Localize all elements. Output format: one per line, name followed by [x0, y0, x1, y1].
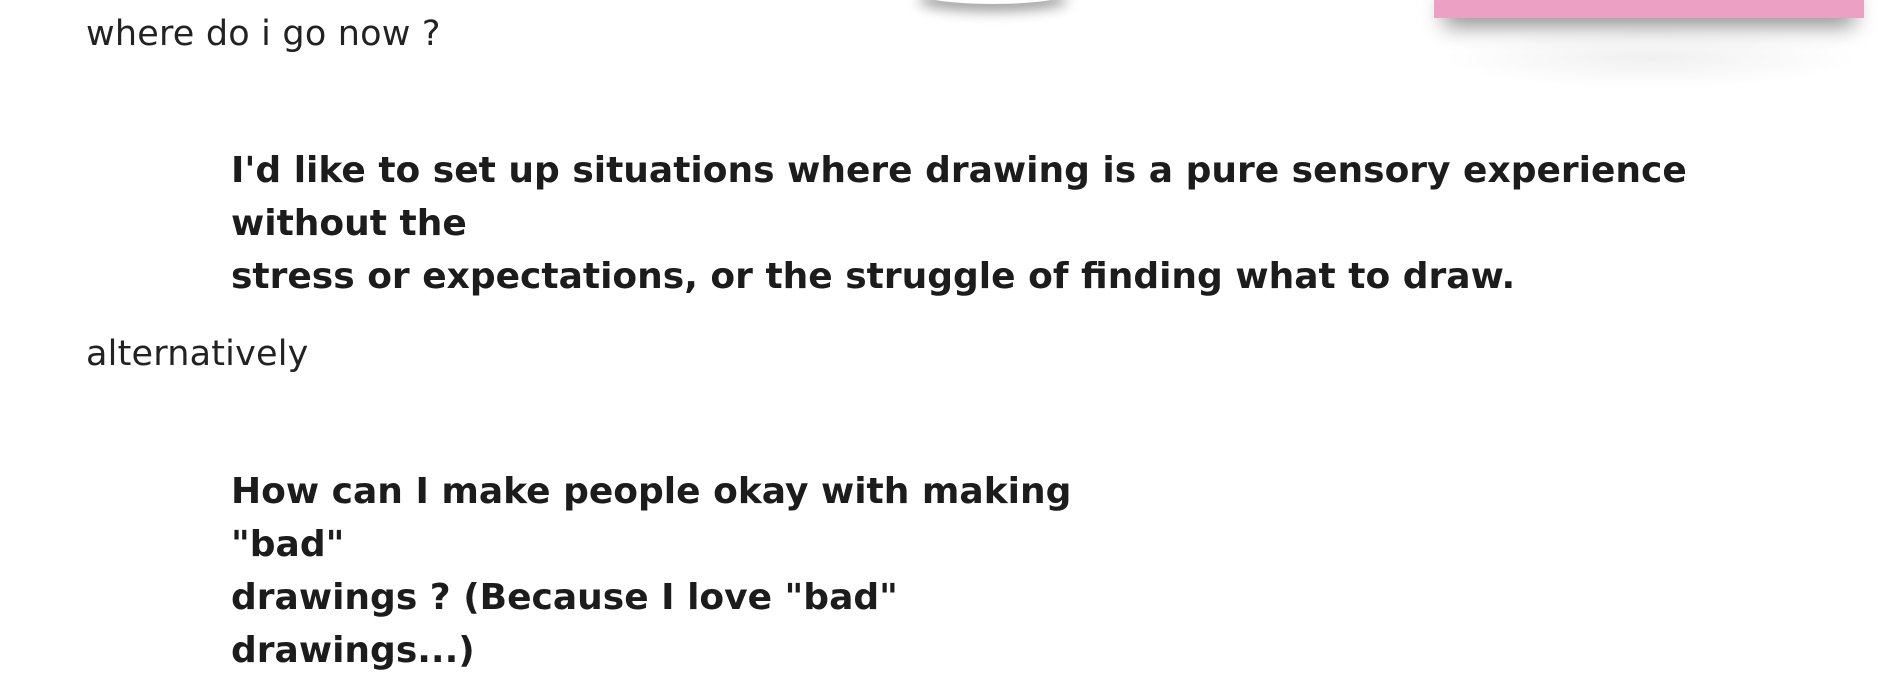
section-lead-alternatively: alternatively [86, 334, 309, 374]
section-quote-bad-drawings: How can I make people okay with making "… [231, 465, 1111, 677]
quote-line: stress or expectations, or the struggle … [231, 256, 1516, 297]
section-quote-sensory-experience: I'd like to set up situations where draw… [231, 144, 1801, 303]
page: where do i go now ? I'd like to set up s… [0, 0, 1882, 672]
pink-sticky-note-image [1434, 0, 1864, 18]
quote-line: How can I make people okay with making "… [231, 471, 1072, 565]
quote-line: drawings ? (Because I love "bad" drawing… [231, 577, 898, 671]
section-lead-where-do-i-go: where do i go now ? [86, 14, 441, 54]
quote-line: I'd like to set up situations where draw… [231, 150, 1687, 244]
image-edge-shadow [918, 0, 1068, 4]
sticky-note-shadow [1440, 28, 1860, 88]
